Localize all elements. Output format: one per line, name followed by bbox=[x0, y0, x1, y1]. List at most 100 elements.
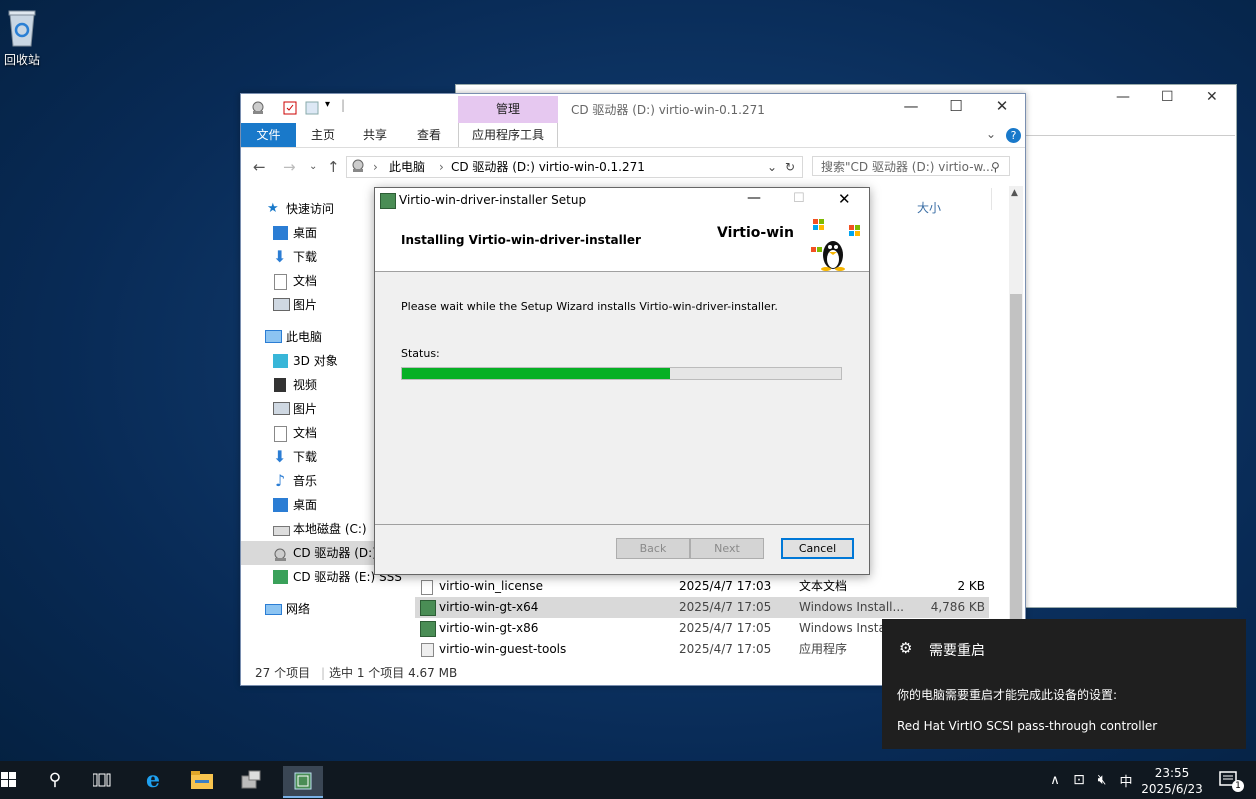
nav-label: 此电脑 bbox=[286, 330, 323, 344]
close-icon[interactable]: ✕ bbox=[838, 190, 851, 208]
file-type: Windows Insta bbox=[799, 621, 886, 635]
action-center-icon[interactable]: 1 bbox=[1214, 766, 1244, 794]
file-name: virtio-win-guest-tools bbox=[439, 642, 567, 656]
file-explorer-icon[interactable] bbox=[187, 766, 217, 794]
windows-start-icon[interactable] bbox=[0, 766, 24, 794]
search-icon[interactable]: ⚲ bbox=[40, 766, 70, 794]
vertical-scrollbar[interactable]: ▲ bbox=[1009, 186, 1023, 658]
nav-label: 音乐 bbox=[293, 474, 318, 488]
recent-locations-icon[interactable]: ⌄ bbox=[309, 161, 317, 172]
tab-manage-context[interactable]: 管理 bbox=[458, 96, 558, 123]
help-icon[interactable]: ? bbox=[1006, 128, 1021, 143]
cube-icon bbox=[273, 354, 288, 368]
server-manager-icon[interactable] bbox=[236, 766, 266, 794]
qat-divider: | bbox=[341, 98, 346, 112]
search-input[interactable]: 搜索"CD 驱动器 (D:) virtio-w... ⚲ bbox=[812, 156, 1010, 176]
column-divider bbox=[991, 188, 992, 210]
clock[interactable]: 23:55 2025/6/23 bbox=[1138, 765, 1206, 797]
selection-info: 选中 1 个项目 4.67 MB bbox=[329, 666, 458, 680]
file-date: 2025/4/7 17:05 bbox=[679, 621, 772, 635]
music-note-icon: ♪ bbox=[275, 471, 286, 490]
notification-device: Red Hat VirtIO SCSI pass-through control… bbox=[897, 719, 1158, 733]
film-icon bbox=[274, 378, 286, 392]
setup-dialog[interactable]: Virtio-win-driver-installer Setup — ☐ ✕ … bbox=[374, 187, 870, 575]
desktop-icon bbox=[273, 498, 288, 512]
dialog-header: Installing Virtio-win-driver-installer V… bbox=[375, 213, 869, 272]
nav-label: 3D 对象 bbox=[293, 354, 338, 368]
cancel-button[interactable]: Cancel bbox=[781, 538, 854, 559]
search-icon[interactable]: ⚲ bbox=[991, 157, 1000, 177]
scroll-thumb[interactable] bbox=[1010, 294, 1022, 634]
tab-share[interactable]: 共享 bbox=[351, 123, 399, 147]
dialog-heading: Installing Virtio-win-driver-installer bbox=[401, 233, 641, 247]
setup-taskbar-button[interactable] bbox=[283, 766, 323, 798]
close-icon[interactable]: ✕ bbox=[987, 97, 1017, 115]
refresh-icon[interactable]: ↻ bbox=[785, 157, 795, 177]
recycle-bin-icon bbox=[6, 8, 38, 48]
nav-label: 网络 bbox=[286, 602, 311, 616]
notification-title: 需要重启 bbox=[929, 643, 985, 659]
up-arrow-icon[interactable]: ↑ bbox=[327, 158, 340, 176]
window-title: CD 驱动器 (D:) virtio-win-0.1.271 bbox=[571, 103, 765, 117]
drive-icon bbox=[351, 159, 365, 179]
file-size: 2 KB bbox=[957, 579, 985, 593]
address-box[interactable]: › 此电脑 › CD 驱动器 (D:) virtio-win-0.1.271 ⌄… bbox=[346, 156, 803, 178]
hard-drive-icon bbox=[273, 526, 290, 536]
tab-view[interactable]: 查看 bbox=[405, 123, 453, 147]
maximize-icon[interactable]: ☐ bbox=[941, 97, 971, 115]
file-name: virtio-win_license bbox=[439, 579, 543, 593]
computer-icon bbox=[265, 330, 282, 343]
next-button[interactable]: Next bbox=[690, 538, 764, 559]
installer-icon bbox=[380, 193, 396, 209]
nav-label: 图片 bbox=[293, 402, 318, 416]
installer-icon bbox=[420, 600, 436, 616]
breadcrumb-drive[interactable]: CD 驱动器 (D:) virtio-win-0.1.271 bbox=[451, 157, 645, 177]
tab-home[interactable]: 主页 bbox=[299, 123, 347, 147]
background-pane bbox=[1024, 135, 1235, 606]
file-date: 2025/4/7 17:05 bbox=[679, 600, 772, 614]
internet-explorer-icon[interactable]: e bbox=[138, 766, 168, 794]
network-icon bbox=[265, 604, 282, 615]
application-icon bbox=[421, 643, 434, 657]
ribbon-tabs: 文件 主页 共享 查看 应用程序工具 ⌄ ? bbox=[241, 123, 1025, 148]
nav-label: 视频 bbox=[293, 378, 318, 392]
nav-label: 桌面 bbox=[293, 498, 318, 512]
pictures-icon bbox=[273, 402, 290, 415]
nav-network[interactable]: 网络 bbox=[241, 597, 403, 621]
new-folder-icon[interactable] bbox=[305, 101, 319, 115]
forward-arrow-icon[interactable]: → bbox=[283, 158, 296, 176]
cd-drive-icon bbox=[273, 546, 288, 561]
clock-date: 2025/6/23 bbox=[1141, 782, 1203, 796]
back-button[interactable]: Back bbox=[616, 538, 690, 559]
scroll-up-icon[interactable]: ▲ bbox=[1011, 188, 1018, 198]
file-type: 应用程序 bbox=[799, 642, 848, 656]
back-arrow-icon[interactable]: ← bbox=[253, 158, 266, 176]
properties-icon[interactable] bbox=[283, 101, 297, 115]
ime-indicator[interactable]: 中 bbox=[1111, 766, 1141, 794]
file-name: virtio-win-gt-x86 bbox=[439, 621, 539, 635]
minimize-icon[interactable]: — bbox=[747, 190, 761, 206]
dialog-titlebar: Virtio-win-driver-installer Setup — ☐ ✕ bbox=[375, 188, 869, 213]
task-view-icon[interactable] bbox=[87, 766, 117, 794]
nav-label: 下载 bbox=[293, 450, 318, 464]
document-icon bbox=[274, 274, 287, 290]
expand-ribbon-icon[interactable]: ⌄ bbox=[986, 127, 996, 141]
recycle-bin-label: 回收站 bbox=[3, 53, 40, 67]
file-row[interactable]: virtio-win_license 2025/4/7 17:03 文本文档 2… bbox=[415, 576, 989, 597]
recycle-bin-shortcut[interactable]: 回收站 bbox=[0, 8, 44, 68]
minimize-icon[interactable]: — bbox=[1116, 89, 1130, 105]
tux-windows-logo-icon bbox=[807, 217, 863, 274]
address-dropdown-icon[interactable]: ⌄ bbox=[767, 157, 777, 177]
minimize-icon[interactable]: — bbox=[896, 97, 926, 115]
tab-app-tools[interactable]: 应用程序工具 bbox=[458, 123, 558, 147]
customize-qat-icon[interactable]: ▾ bbox=[325, 99, 339, 113]
restart-notification[interactable]: ⚙ 需要重启 你的电脑需要重启才能完成此设备的设置: Red Hat VirtI… bbox=[882, 619, 1246, 749]
file-row[interactable]: virtio-win-gt-x64 2025/4/7 17:05 Windows… bbox=[415, 597, 989, 618]
footer-divider bbox=[375, 524, 869, 525]
column-header-size[interactable]: 大小 bbox=[917, 199, 941, 216]
tab-file[interactable]: 文件 bbox=[241, 123, 296, 147]
dialog-title: Virtio-win-driver-installer Setup bbox=[399, 193, 587, 207]
maximize-icon[interactable]: ☐ bbox=[1161, 89, 1174, 105]
close-icon[interactable]: ✕ bbox=[1206, 89, 1218, 105]
breadcrumb-this-pc[interactable]: 此电脑 bbox=[389, 157, 425, 177]
